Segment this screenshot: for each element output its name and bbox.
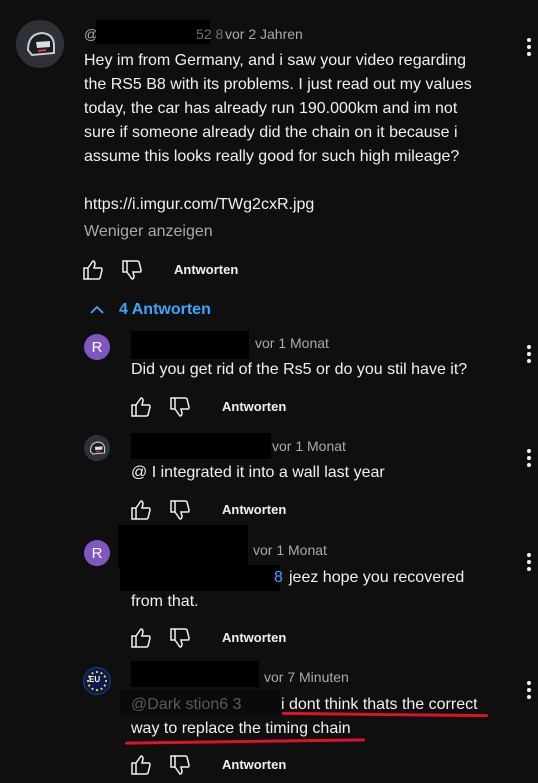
replies-toggle[interactable]: 4 Antworten <box>119 301 211 319</box>
avatar[interactable] <box>16 20 64 68</box>
helmet-avatar-icon <box>16 20 64 68</box>
comment-link[interactable]: https://i.imgur.com/TWg2cxR.jpg <box>84 193 314 217</box>
reply-time[interactable]: vor 1 Monat <box>253 542 327 558</box>
reply-text: jeez hope you recovered from that. <box>131 569 465 610</box>
dislike-icon[interactable] <box>168 395 192 419</box>
reply-text: @ I integrated it into a wall last year <box>131 464 385 481</box>
more-options-icon[interactable] <box>526 345 532 365</box>
like-icon[interactable] <box>129 626 153 650</box>
redaction-bar <box>118 525 248 567</box>
reply-text: i dont think thats the correct way to re… <box>131 696 478 737</box>
chevron-up-icon[interactable] <box>89 302 105 318</box>
avatar[interactable] <box>84 435 110 461</box>
more-options-icon[interactable] <box>526 681 532 701</box>
comment-time[interactable]: vor 2 Jahren <box>225 26 303 42</box>
avatar[interactable]: R <box>84 540 110 566</box>
redaction-bar <box>131 661 259 687</box>
reply-text: Did you get rid of the Rs5 or do you sti… <box>131 361 468 378</box>
like-icon[interactable] <box>129 395 153 419</box>
reply-button[interactable]: Antworten <box>222 757 286 772</box>
like-icon[interactable] <box>81 258 105 282</box>
reply-button[interactable]: Antworten <box>174 262 238 277</box>
reply-button[interactable]: Antworten <box>222 502 286 517</box>
reply-time[interactable]: vor 7 Minuten <box>264 669 349 685</box>
reply-button[interactable]: Antworten <box>222 630 286 645</box>
reply-time[interactable]: vor 1 Monat <box>272 438 346 454</box>
avatar[interactable]: R <box>84 334 110 360</box>
dislike-icon[interactable] <box>168 753 192 777</box>
more-options-icon[interactable] <box>526 38 532 58</box>
redaction-bar <box>96 20 210 44</box>
avatar-label: EU <box>89 675 101 684</box>
comment-text: Hey im from Germany, and i saw your vide… <box>84 52 472 165</box>
reply-time[interactable]: vor 1 Monat <box>255 335 329 351</box>
dislike-icon[interactable] <box>168 498 192 522</box>
dislike-icon[interactable] <box>168 626 192 650</box>
redaction-bar <box>131 433 271 459</box>
like-icon[interactable] <box>129 498 153 522</box>
reply-button[interactable]: Antworten <box>222 399 286 414</box>
more-options-icon[interactable] <box>526 553 532 573</box>
show-less-button[interactable]: Weniger anzeigen <box>84 223 213 241</box>
like-icon[interactable] <box>129 753 153 777</box>
helmet-avatar-icon <box>84 435 110 461</box>
more-options-icon[interactable] <box>526 449 532 469</box>
dislike-icon[interactable] <box>120 258 144 282</box>
comment-author-handle-suffix[interactable]: 52 8 <box>196 26 223 42</box>
redaction-bar <box>131 331 249 359</box>
